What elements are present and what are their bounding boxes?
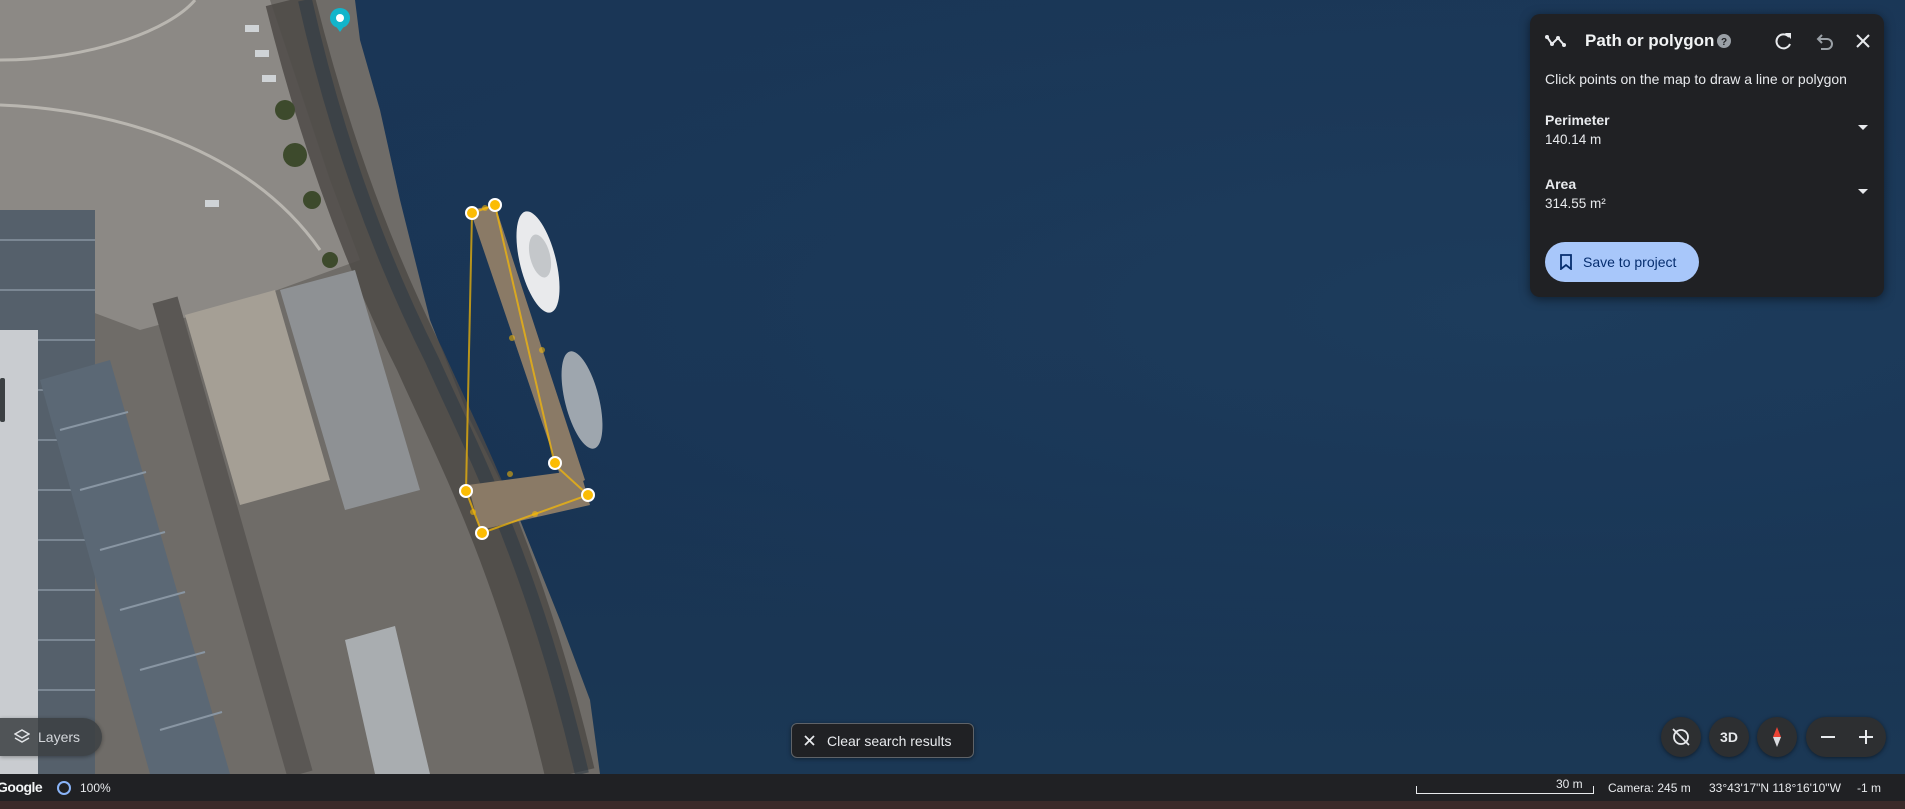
- camera-altitude: Camera: 245 m: [1608, 781, 1691, 795]
- google-logo: Google: [0, 779, 43, 795]
- help-icon[interactable]: ?: [1716, 33, 1732, 49]
- panel-header: Path or polygon ?: [1530, 14, 1884, 68]
- rotate-disable-icon: [1672, 728, 1690, 746]
- load-percent: 100%: [80, 781, 111, 795]
- bookmark-icon: [1560, 254, 1572, 270]
- toggle-3d-button[interactable]: 3D: [1709, 717, 1749, 757]
- zoom-controls: [1806, 717, 1886, 757]
- panel-title: Path or polygon: [1585, 31, 1715, 50]
- clear-search-results-button[interactable]: Clear search results: [791, 723, 974, 758]
- area-value: 314.55 m²: [1545, 196, 1606, 211]
- rotation-lock-button[interactable]: [1661, 717, 1701, 757]
- clear-search-label: Clear search results: [827, 733, 952, 749]
- coordinates: 33°43'17"N 118°16'10"W: [1709, 781, 1841, 795]
- area-label: Area: [1545, 176, 1577, 192]
- chevron-down-icon[interactable]: [1856, 120, 1870, 134]
- chevron-down-icon[interactable]: [1856, 184, 1870, 198]
- zoom-out-icon[interactable]: [1818, 727, 1838, 747]
- layers-button[interactable]: Layers: [0, 718, 102, 756]
- area-row[interactable]: Area 314.55 m²: [1545, 176, 1870, 220]
- save-label: Save to project: [1583, 254, 1677, 270]
- layers-label: Layers: [38, 729, 81, 745]
- svg-text:?: ?: [1721, 37, 1727, 48]
- status-bar: Google 100% 30 m Camera: 245 m 33°43'17"…: [0, 774, 1905, 809]
- layers-icon: [14, 729, 30, 743]
- panel-hint: Click points on the map to draw a line o…: [1545, 71, 1847, 87]
- zoom-in-icon[interactable]: [1856, 727, 1876, 747]
- close-icon[interactable]: [1852, 30, 1874, 52]
- close-icon: [804, 735, 815, 746]
- save-to-project-button[interactable]: Save to project: [1545, 242, 1699, 282]
- perimeter-value: 140.14 m: [1545, 132, 1602, 147]
- compass-icon: [1773, 727, 1781, 747]
- perimeter-label: Perimeter: [1545, 112, 1610, 128]
- measure-panel: Path or polygon ? Click points on the ma…: [1530, 14, 1884, 297]
- loading-indicator: [57, 781, 71, 795]
- bottom-strip: [0, 801, 1905, 809]
- path-icon: [1545, 35, 1566, 47]
- redo-icon[interactable]: [1772, 30, 1794, 52]
- perimeter-row[interactable]: Perimeter 140.14 m: [1545, 112, 1870, 156]
- scale-label: 30 m: [1556, 777, 1583, 791]
- undo-icon[interactable]: [1813, 30, 1835, 52]
- compass-button[interactable]: [1757, 717, 1797, 757]
- elevation: -1 m: [1857, 781, 1881, 795]
